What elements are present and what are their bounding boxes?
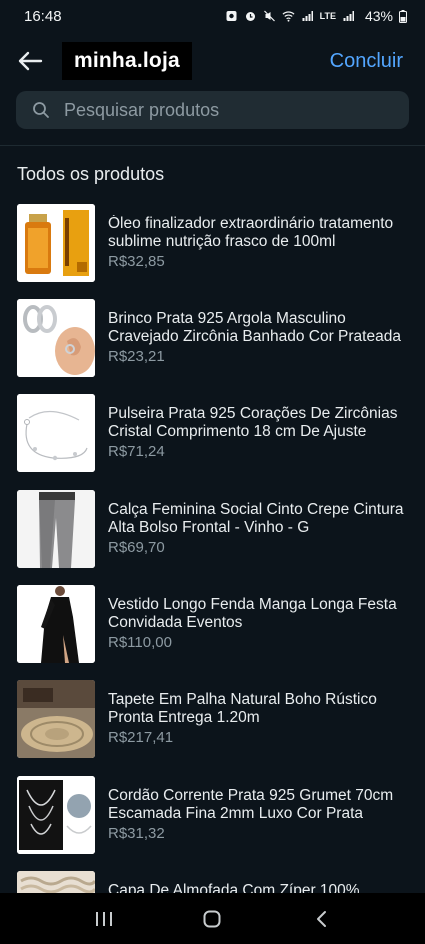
list-item[interactable]: Pulseira Prata 925 Corações De Zircônias… [0,392,425,472]
back-button[interactable] [0,40,60,82]
battery-percent: 43% [364,8,393,24]
product-name: Pulseira Prata 925 Corações De Zircônias… [108,405,398,440]
search-bar[interactable] [16,91,409,129]
divider [0,145,425,146]
chain-image [17,776,95,854]
dress-image [17,585,95,663]
product-price: R$32,85 [108,253,165,270]
recent-apps-icon [96,911,113,926]
home-icon [203,910,221,927]
pants-image [17,490,95,568]
navigation-bar [0,893,425,944]
product-price: R$69,70 [108,539,165,556]
product-price: R$31,32 [108,825,165,842]
image-notification-icon [226,11,237,21]
page-title: minha.loja [74,49,180,72]
search-icon [33,102,49,118]
pillow-image [17,871,95,893]
product-list[interactable]: Óleo finalizador extraordinário tratamen… [0,200,425,893]
done-button[interactable]: Concluir [330,50,403,73]
signal-icon [302,11,313,21]
list-item[interactable]: Brinco Prata 925 Argola Masculino Cravej… [0,297,425,377]
product-name: Brinco Prata 925 Argola Masculino Cravej… [108,310,401,345]
product-info: Tapete Em Palha Natural Boho Rústico Pro… [108,691,404,746]
product-info: Pulseira Prata 925 Corações De Zircônias… [108,405,404,460]
chevron-left-icon [316,910,326,927]
back-arrow-icon [18,51,43,71]
list-item[interactable]: Calça Feminina Social Cinto Crepe Cintur… [0,488,425,568]
search-input[interactable] [64,99,409,121]
list-item[interactable]: Cordão Corrente Prata 925 Grumet 70cm Es… [0,774,425,854]
product-name: Calça Feminina Social Cinto Crepe Cintur… [108,501,404,536]
product-name: Óleo finalizador extraordinário tratamen… [108,215,394,250]
product-price: R$110,00 [108,634,172,651]
title-box: minha.loja [62,42,192,80]
list-item[interactable]: Vestido Longo Fenda Manga Longa Festa Co… [0,583,425,663]
product-price: R$23,21 [108,348,165,365]
product-name: Cordão Corrente Prata 925 Grumet 70cm Es… [108,787,394,822]
earring-image [17,299,95,377]
rug-image [17,680,95,758]
product-info: Brinco Prata 925 Argola Masculino Cravej… [108,310,404,365]
status-time: 16:48 [24,7,62,25]
product-info: Cordão Corrente Prata 925 Grumet 70cm Es… [108,787,404,842]
product-price: R$71,24 [108,443,165,460]
list-item[interactable]: Tapete Em Palha Natural Boho Rústico Pro… [0,678,425,758]
section-title: Todos os produtos [17,164,165,184]
product-info: Vestido Longo Fenda Manga Longa Festa Co… [108,596,404,651]
recent-apps-button[interactable] [84,899,124,939]
alarm-icon [245,12,255,21]
back-nav-button[interactable] [301,899,341,939]
list-item[interactable]: Capa De Almofada Com Zíper 100% [0,869,425,893]
mute-icon [263,10,275,22]
battery-icon [399,9,407,23]
status-icons: LTE 43% [225,8,407,24]
lte-icon: LTE [319,11,336,21]
product-name: Capa De Almofada Com Zíper 100% [108,882,360,893]
signal-icon [343,11,354,21]
product-info: Óleo finalizador extraordinário tratamen… [108,215,404,270]
product-info: Calça Feminina Social Cinto Crepe Cintur… [108,501,404,556]
bracelet-image [17,394,95,472]
status-bar: 16:48 LTE 43% [0,0,425,32]
home-button[interactable] [192,899,232,939]
product-name: Vestido Longo Fenda Manga Longa Festa Co… [108,596,397,631]
product-name: Tapete Em Palha Natural Boho Rústico Pro… [108,691,377,726]
header: minha.loja Concluir [0,40,425,82]
wifi-icon [282,11,295,22]
product-price: R$217,41 [108,729,174,746]
list-item[interactable]: Óleo finalizador extraordinário tratamen… [0,202,425,282]
oil-bottle-image [17,204,95,282]
product-info: Capa De Almofada Com Zíper 100% [108,882,404,893]
